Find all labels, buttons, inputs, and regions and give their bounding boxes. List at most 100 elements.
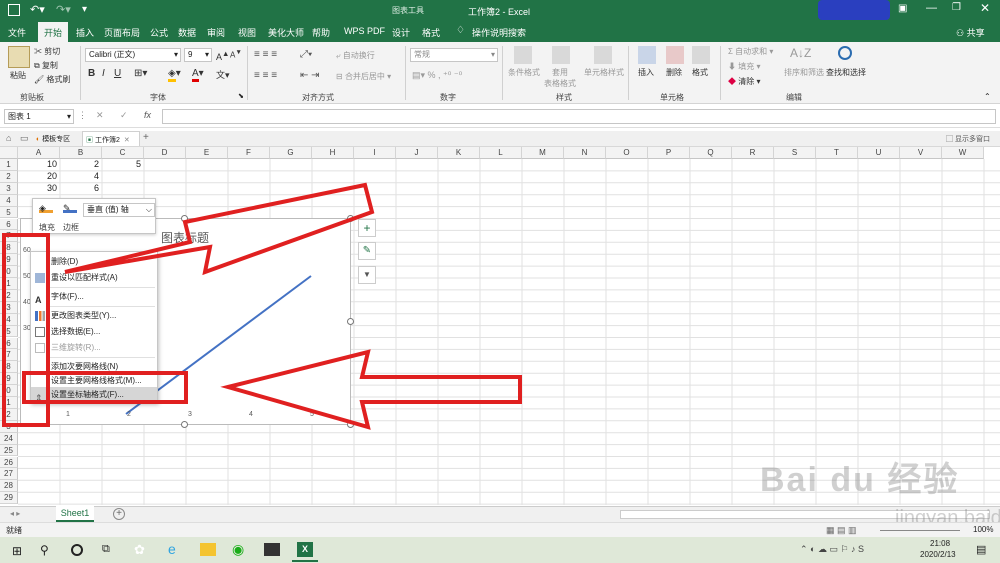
column-header[interactable]: S <box>774 147 816 159</box>
tab-view[interactable]: 视图 <box>238 26 256 39</box>
task-view-icon[interactable]: ⧉ <box>102 543 110 556</box>
column-header[interactable]: W <box>942 147 984 159</box>
add-sheet-icon[interactable]: + <box>113 508 125 520</box>
close-icon[interactable]: ✕ <box>124 137 130 144</box>
border-button[interactable]: ⊞▾ <box>134 68 147 79</box>
orientation-button[interactable]: ⤢▾ <box>300 49 312 60</box>
fill-button[interactable]: ⬇ 填充 ▾ <box>728 61 760 72</box>
tell-me-search[interactable]: 操作说明搜索 <box>472 26 526 39</box>
shrink-font-button[interactable]: A▼ <box>230 49 242 60</box>
share-button[interactable]: ⚇ 共享 <box>956 26 985 39</box>
dialog-launcher-icon[interactable]: ⬊ <box>238 92 244 100</box>
zoom-slider[interactable] <box>880 530 960 531</box>
column-header[interactable]: P <box>648 147 690 159</box>
number-buttons[interactable]: ▤▾ % , ⁺⁰ ⁻⁰ <box>412 70 462 81</box>
underline-button[interactable]: U <box>114 68 121 79</box>
photos-icon[interactable] <box>264 543 280 556</box>
new-tab-icon[interactable]: + <box>143 132 149 143</box>
wechat-icon[interactable]: ◉ <box>232 541 244 558</box>
copy-button[interactable]: ⧉ 复制 <box>34 60 58 71</box>
tab-page-layout[interactable]: 页面布局 <box>104 26 140 39</box>
search-icon[interactable]: ⚲ <box>40 543 49 557</box>
column-header[interactable]: U <box>858 147 900 159</box>
home-icon[interactable]: ⌂ <box>6 133 11 143</box>
column-header[interactable]: Q <box>690 147 732 159</box>
worksheet-grid[interactable]: ABCDEFGHIJKLMNOPQRSTUVW 1234567890123456… <box>0 147 1000 505</box>
paste-icon[interactable] <box>8 46 30 68</box>
clock-date[interactable]: 2020/2/13 <box>920 550 956 559</box>
cancel-icon[interactable]: ✕ <box>96 110 104 121</box>
cut-button[interactable]: ✂ 剪切 <box>34 46 60 57</box>
column-header[interactable]: R <box>732 147 774 159</box>
fill-color-button[interactable]: ◈▾ <box>168 68 181 82</box>
workbook-tab-current[interactable]: ▣ 工作簿2 ✕ <box>82 131 140 146</box>
notification-icon[interactable]: ▤ <box>976 543 986 556</box>
format-painter-button[interactable]: 🖌 格式刷 <box>34 74 70 85</box>
tab-file[interactable]: 文件 <box>8 26 26 39</box>
tab-help[interactable]: 帮助 <box>312 26 330 39</box>
redo-icon[interactable]: ↷▾ <box>56 3 71 16</box>
cell-styles-button[interactable]: 单元格样式 <box>584 67 624 78</box>
show-multi-window-button[interactable]: ▢ 显示多窗口 <box>946 134 990 144</box>
align-top-buttons[interactable]: ≡ ≡ ≡ <box>254 49 277 60</box>
restore-icon[interactable]: ❐ <box>952 2 961 13</box>
grow-font-button[interactable]: A▲ <box>216 49 229 62</box>
workbook-tab-templates[interactable]: ◐ 模板专区 <box>36 134 70 144</box>
font-name-select[interactable]: Calibri (正文) ▾ <box>85 48 181 62</box>
paste-button[interactable]: 粘贴 <box>10 70 26 81</box>
font-size-select[interactable]: 9 ▾ <box>184 48 212 62</box>
tray-icons[interactable]: ⌃ ◐ ☁ ▭ ⚐ ♪ S <box>800 544 864 555</box>
insert-cells-button[interactable]: 插入 <box>638 67 654 78</box>
find-select-button[interactable]: 查找和选择 <box>826 67 866 78</box>
windows-start-icon[interactable]: ⊞ <box>12 544 22 558</box>
enter-icon[interactable]: ✓ <box>120 110 128 121</box>
cortana-icon[interactable] <box>71 544 83 556</box>
font-color-button[interactable]: A▾ <box>192 68 204 82</box>
tab-data[interactable]: 数据 <box>178 26 196 39</box>
column-header[interactable]: V <box>900 147 942 159</box>
fx-icon[interactable]: fx <box>144 110 151 120</box>
tab-formulas[interactable]: 公式 <box>150 26 168 39</box>
ie-icon[interactable]: e <box>168 541 176 557</box>
name-box[interactable]: 图表 1 ▾ <box>4 109 74 124</box>
bold-button[interactable]: B <box>88 68 95 79</box>
number-format-select[interactable]: 常规 ▾ <box>410 48 498 62</box>
clear-button[interactable]: ◆ 清除 ▾ <box>728 76 760 87</box>
tab-design[interactable]: 设计 <box>392 26 410 39</box>
align-horizontal-buttons[interactable]: ≡ ≡ ≡ <box>254 70 277 81</box>
format-as-table-button[interactable]: 套用 表格格式 <box>544 67 576 89</box>
sort-filter-button[interactable]: 排序和筛选 <box>784 67 824 78</box>
clock-time[interactable]: 21:08 <box>930 539 950 548</box>
sheet-nav-arrows[interactable]: ◂ ▸ <box>10 509 20 518</box>
file-explorer-icon[interactable] <box>200 543 216 556</box>
tab-format[interactable]: 格式 <box>422 26 440 39</box>
formula-input[interactable] <box>162 109 996 124</box>
customize-icon[interactable]: ▾ <box>82 4 87 15</box>
folder-icon[interactable]: ▭ <box>20 133 29 144</box>
save-icon[interactable] <box>8 4 20 16</box>
ribbon-display-icon[interactable]: ▣ <box>898 3 907 14</box>
excel-taskbar-icon[interactable]: X <box>297 542 313 557</box>
minimize-icon[interactable]: — <box>926 2 937 14</box>
tab-wps-pdf[interactable]: WPS PDF <box>344 26 385 36</box>
zoom-level[interactable]: 100% <box>973 525 993 534</box>
tab-beautify[interactable]: 美化大师 <box>268 26 304 39</box>
format-cells-button[interactable]: 格式 <box>692 67 708 78</box>
conditional-format-button[interactable]: 条件格式 <box>508 67 540 78</box>
column-header[interactable]: O <box>606 147 648 159</box>
autosum-button[interactable]: Σ 自动求和 ▾ <box>728 46 773 57</box>
sheet-tab-sheet1[interactable]: Sheet1 <box>56 506 94 522</box>
merge-center-button[interactable]: ⊟ 合并后居中 ▾ <box>336 71 391 82</box>
undo-icon[interactable]: ↶▾ <box>30 3 45 16</box>
delete-cells-button[interactable]: 删除 <box>666 67 682 78</box>
wrap-text-button[interactable]: ⤶ 自动换行 <box>336 50 375 61</box>
app-icon-petal[interactable]: ✿ <box>134 542 145 558</box>
italic-button[interactable]: I <box>102 68 105 79</box>
tab-home[interactable]: 开始 <box>38 22 69 42</box>
indent-buttons[interactable]: ⇤ ⇥ <box>300 70 320 81</box>
tab-insert[interactable]: 插入 <box>76 26 94 39</box>
view-icons[interactable]: ▦ ▤ ▥ <box>826 525 857 536</box>
phonetic-button[interactable]: 文▾ <box>216 68 230 81</box>
column-header[interactable]: T <box>816 147 858 159</box>
close-icon[interactable]: ✕ <box>980 1 990 15</box>
